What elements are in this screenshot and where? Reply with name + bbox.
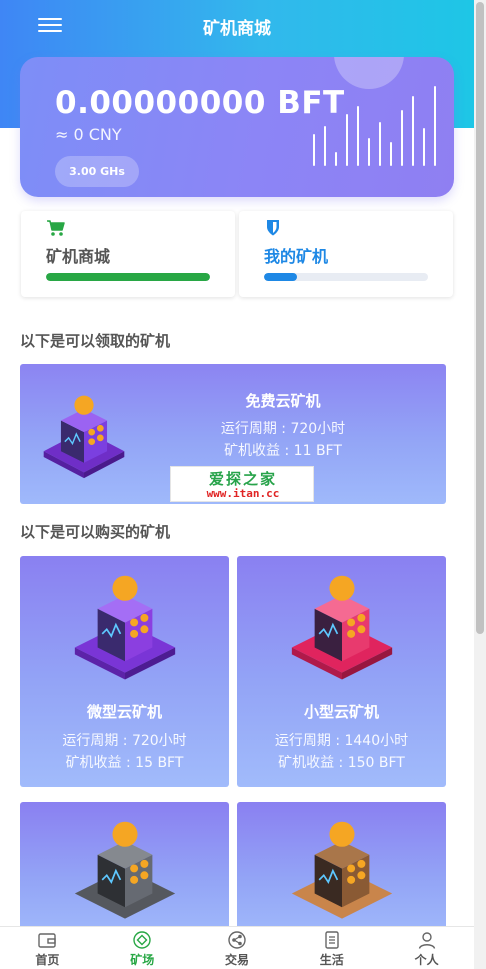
shield-icon [267, 220, 279, 236]
miner-cube-icon [291, 575, 393, 680]
section-title-claimable: 以下是可以领取的矿机 [20, 332, 171, 350]
nav-mine[interactable]: 矿场 [95, 927, 190, 969]
app-page: 矿机商城 0.00000000 BFT ≈ 0 CNY 3.00 GHs 矿机商… [0, 0, 474, 969]
scrollbar-thumb[interactable] [476, 2, 484, 634]
watermark-logo: 爱探之家 www.itan.cc [170, 466, 314, 502]
user-icon [418, 932, 435, 949]
balance-cny: ≈ 0 CNY [55, 125, 122, 144]
cart-icon [47, 220, 65, 236]
miner-income: 矿机收益 : 11 BFT [224, 443, 342, 459]
tab-label: 矿机商城 [46, 247, 111, 266]
miner-card-small[interactable]: 小型云矿机 运行周期 : 1440小时 矿机收益 : 150 BFT [237, 556, 446, 787]
balance-card: 0.00000000 BFT ≈ 0 CNY 3.00 GHs [20, 57, 454, 197]
miner-cube-icon [291, 821, 393, 919]
miner-card-large[interactable] [237, 802, 446, 942]
miner-cube-icon [74, 575, 176, 680]
wallet-icon [38, 933, 57, 948]
watermark-text: 爱探之家 [208, 470, 277, 488]
section-title-purchasable: 以下是可以购买的矿机 [20, 523, 171, 541]
scrollbar[interactable] [474, 0, 486, 969]
watermark-url: www.itan.cc [206, 487, 280, 500]
tab-label: 我的矿机 [264, 247, 329, 266]
miner-card-micro[interactable]: 微型云矿机 运行周期 : 720小时 矿机收益 : 15 BFT [20, 556, 229, 787]
nav-label: 个人 [414, 953, 439, 967]
bottom-nav: 首页 矿场 交易 生活 个人 [0, 926, 474, 969]
nav-trade[interactable]: 交易 [190, 927, 285, 969]
miner-period: 运行周期 : 720小时 [220, 421, 346, 437]
nav-home[interactable]: 首页 [0, 927, 95, 969]
miner-name: 小型云矿机 [303, 703, 379, 721]
miner-name: 免费云矿机 [245, 392, 321, 410]
tab-progress-fill [46, 273, 210, 281]
miner-cube-icon [43, 395, 125, 479]
tab-progress-fill [264, 273, 297, 281]
tab-progress [46, 273, 210, 281]
miner-cube-icon [74, 821, 176, 919]
miner-card-medium[interactable] [20, 802, 229, 942]
target-icon [133, 931, 151, 949]
miner-income: 矿机收益 : 15 BFT [65, 755, 184, 771]
miner-income: 矿机收益 : 150 BFT [278, 755, 405, 771]
tab-my-miners[interactable]: 我的矿机 [239, 211, 453, 297]
nav-label: 矿场 [130, 953, 155, 967]
share-icon [228, 931, 246, 949]
nav-life[interactable]: 生活 [284, 927, 379, 969]
nav-label: 交易 [224, 953, 249, 967]
document-icon [325, 931, 339, 949]
miner-period: 运行周期 : 720小时 [62, 733, 187, 749]
nav-label: 生活 [319, 953, 344, 967]
page-title: 矿机商城 [203, 19, 271, 39]
miner-name: 微型云矿机 [86, 703, 162, 721]
nav-profile[interactable]: 个人 [379, 927, 474, 969]
tab-miner-store[interactable]: 矿机商城 [21, 211, 235, 297]
tab-progress [264, 273, 428, 281]
balance-amount: 0.00000000 BFT [55, 85, 345, 121]
miner-period: 运行周期 : 1440小时 [274, 733, 409, 749]
hashrate-badge: 3.00 GHs [55, 156, 139, 187]
bar-chart-icon [313, 86, 436, 166]
nav-label: 首页 [35, 953, 60, 967]
